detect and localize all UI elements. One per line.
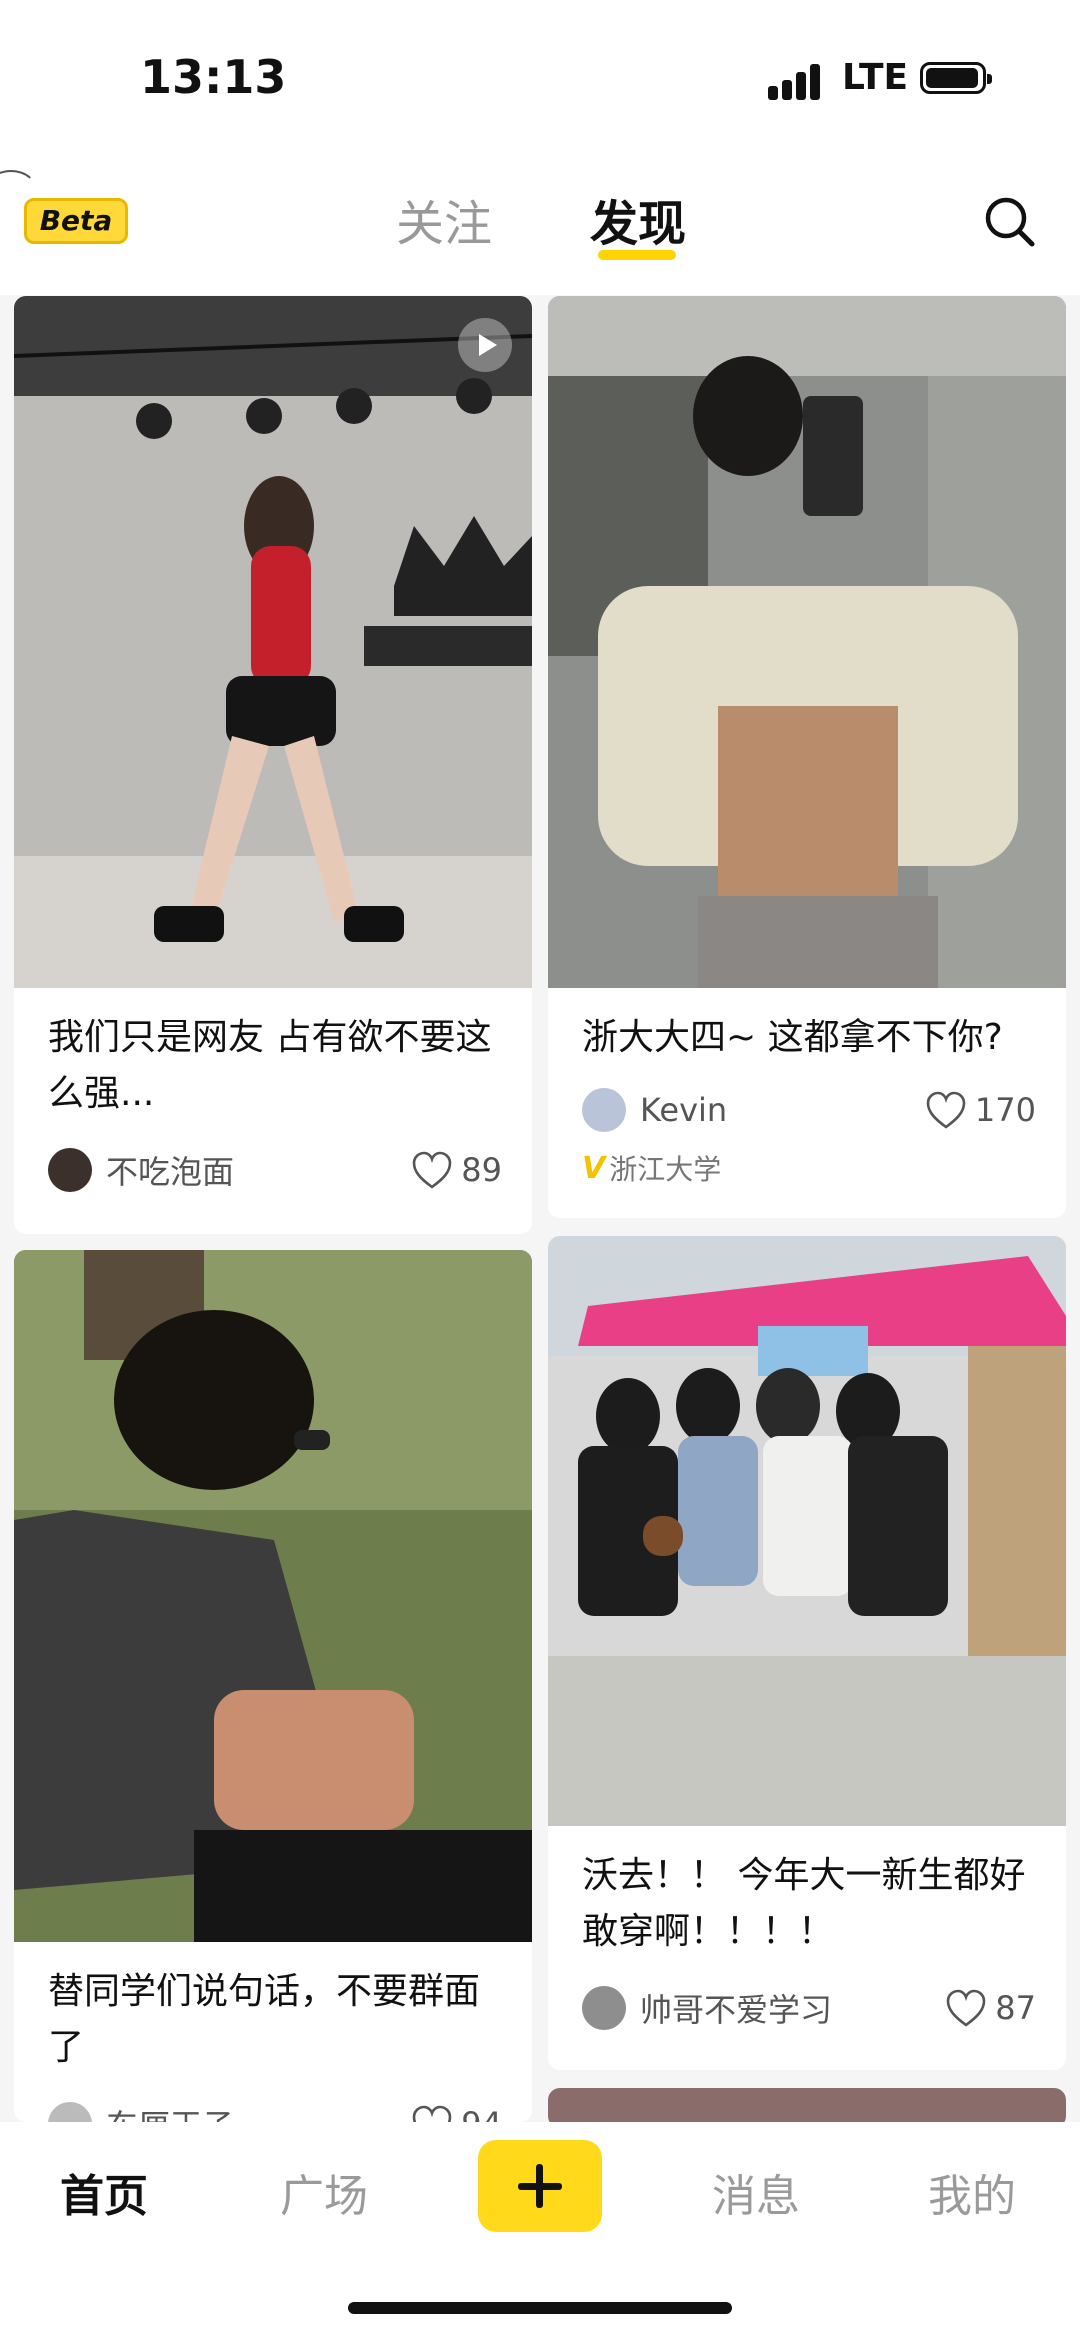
nav-me[interactable]: 我的: [928, 2160, 1016, 2224]
post-title: 我们只是网友 占有欲不要这么强...: [48, 1017, 492, 1114]
heart-icon: [412, 1151, 452, 1189]
home-indicator[interactable]: [348, 2302, 732, 2314]
post-title: 沃去！！ 今年大一新生都好敢穿啊！！！！: [582, 1855, 1026, 1952]
tab-active-indicator: [598, 250, 676, 260]
nav-square[interactable]: 广场: [280, 2160, 368, 2224]
battery-icon: [920, 62, 992, 94]
search-icon[interactable]: [982, 194, 1036, 248]
school-tag[interactable]: V 浙江大学: [582, 1148, 721, 1188]
network-type: LTE: [842, 57, 909, 98]
avatar: [48, 2102, 92, 2122]
post-title: 浙大大四~ 这都拿不下你?: [582, 1017, 1003, 1058]
feed-card[interactable]: 替同学们说句话，不要群面了 东厘王子 94: [14, 1250, 532, 2122]
post-title: 替同学们说句话，不要群面了: [48, 1971, 481, 2068]
like-count: 87: [995, 1989, 1036, 2027]
feed-card[interactable]: 我们只是网友 占有欲不要这么强... 不吃泡面 89: [14, 296, 532, 1234]
heart-icon: [412, 2105, 452, 2122]
avatar: [48, 1148, 92, 1192]
bottom-nav: 首页 广场 消息 我的: [0, 2122, 1080, 2341]
author-name: Kevin: [640, 1091, 728, 1129]
like-button[interactable]: 94: [411, 2100, 502, 2122]
top-header: Beta 关注 发现: [0, 150, 1080, 295]
nav-home[interactable]: 首页: [60, 2160, 148, 2224]
beta-badge[interactable]: Beta: [24, 198, 128, 244]
post-image: [14, 1250, 532, 1942]
heart-icon: [926, 1091, 966, 1129]
author-name: 帅哥不爱学习: [640, 1991, 833, 2029]
feed-card[interactable]: 沃去！！ 今年大一新生都好敢穿啊！！！！ 帅哥不爱学习 87: [548, 1236, 1066, 2070]
video-play-icon: [458, 318, 512, 372]
verified-v-icon: V: [582, 1150, 606, 1186]
avatar: [582, 1986, 626, 2030]
post-image: [548, 1236, 1066, 1826]
like-button[interactable]: 87: [945, 1984, 1036, 2032]
post-image: [14, 296, 532, 988]
school-name: 浙江大学: [609, 1153, 722, 1186]
like-count: 170: [974, 1091, 1036, 1129]
post-author[interactable]: 不吃泡面: [48, 1146, 234, 1194]
post-author[interactable]: 东厘王子: [48, 2100, 234, 2122]
like-count: 94: [461, 2105, 502, 2122]
feed-card[interactable]: 浙大大四~ 这都拿不下你? Kevin 170 V 浙江大学: [548, 296, 1066, 1218]
author-name: 不吃泡面: [106, 1153, 235, 1191]
like-button[interactable]: 170: [925, 1086, 1036, 1134]
like-count: 89: [461, 1151, 502, 1189]
post-image: [548, 296, 1066, 988]
tab-follow[interactable]: 关注: [396, 184, 492, 254]
avatar: [582, 1088, 626, 1132]
plus-icon[interactable]: [478, 2140, 602, 2232]
signal-icon: [768, 60, 828, 100]
post-author[interactable]: 帅哥不爱学习: [582, 1984, 832, 2032]
author-name: 东厘王子: [106, 2101, 234, 2122]
tab-discover[interactable]: 发现: [590, 184, 686, 254]
status-time: 13:13: [140, 50, 287, 104]
nav-messages[interactable]: 消息: [712, 2160, 800, 2224]
heart-icon: [946, 1989, 986, 2027]
post-author[interactable]: Kevin: [582, 1086, 727, 1134]
like-button[interactable]: 89: [411, 1146, 502, 1194]
status-bar: 13:13 LTE: [0, 0, 1080, 150]
